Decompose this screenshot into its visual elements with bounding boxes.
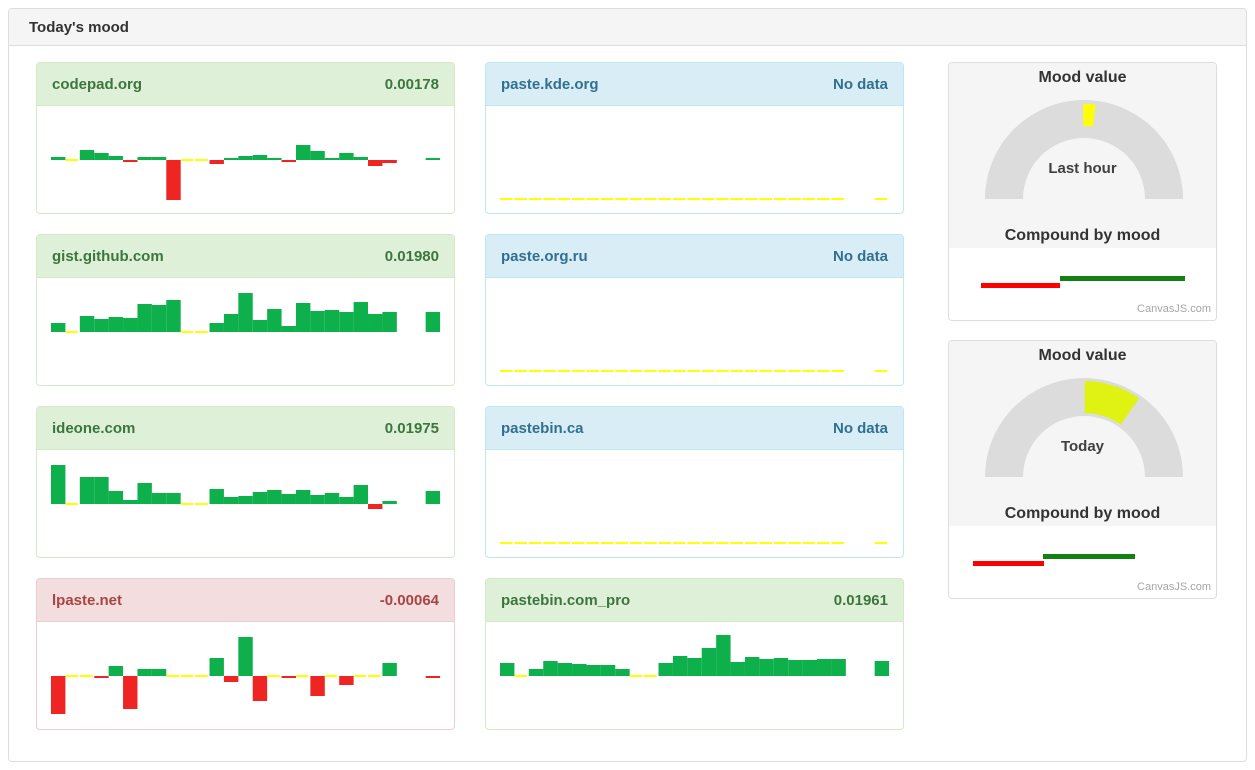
panel-header: pastebin.com_pro 0.01961 xyxy=(486,579,903,622)
compound-positive-bar xyxy=(1060,276,1185,281)
mood-bar-chart xyxy=(37,278,454,384)
mood-bar-chart xyxy=(37,450,454,556)
panel-header: lpaste.net -0.00064 xyxy=(37,579,454,622)
mood-gauge: Mood value Last hour Compound by mood xyxy=(949,63,1216,248)
mood-bar-chart xyxy=(486,106,903,212)
compound-chart: CanvasJS.com xyxy=(949,248,1216,320)
panel-ideone-com: ideone.com 0.01975 xyxy=(36,406,455,558)
mood-bar-chart xyxy=(37,106,454,212)
site-name: paste.kde.org xyxy=(501,76,599,93)
gauge-period-label: Last hour xyxy=(949,160,1216,177)
mood-bar-chart xyxy=(37,622,454,728)
site-value: 0.01980 xyxy=(385,248,439,265)
gauge-title: Mood value xyxy=(949,347,1216,365)
panel-lpaste-net: lpaste.net -0.00064 xyxy=(36,578,455,730)
site-value: No data xyxy=(833,420,888,437)
compound-negative-bar xyxy=(973,561,1044,566)
gauge-panel-today: Mood value Today Compound by mood Canvas… xyxy=(948,340,1217,599)
compound-positive-bar xyxy=(1043,554,1135,559)
site-name: gist.github.com xyxy=(52,248,164,265)
site-value: 0.01975 xyxy=(385,420,439,437)
compound-negative-bar xyxy=(981,283,1060,288)
gauge-title: Mood value xyxy=(949,69,1216,87)
panel-paste-kde-org: paste.kde.org No data xyxy=(485,62,904,214)
panel-header: gist.github.com 0.01980 xyxy=(37,235,454,278)
panel-header: ideone.com 0.01975 xyxy=(37,407,454,450)
site-value: 0.00178 xyxy=(385,76,439,93)
compound-title: Compound by mood xyxy=(949,227,1216,245)
site-name: lpaste.net xyxy=(52,592,122,609)
mood-bar-chart xyxy=(486,450,903,556)
site-value: No data xyxy=(833,76,888,93)
site-name: pastebin.ca xyxy=(501,420,584,437)
panel-header: pastebin.ca No data xyxy=(486,407,903,450)
page-header: Today's mood xyxy=(9,9,1246,46)
dashboard-container: Today's mood codepad.org 0.00178 gist.gi… xyxy=(8,8,1247,762)
canvasjs-watermark-link[interactable]: CanvasJS.com xyxy=(1137,581,1211,593)
gauge-period-label: Today xyxy=(949,438,1216,455)
canvasjs-watermark-link[interactable]: CanvasJS.com xyxy=(1137,303,1211,315)
compound-chart: CanvasJS.com xyxy=(949,526,1216,598)
compound-title: Compound by mood xyxy=(949,505,1216,523)
mood-bar-chart xyxy=(486,622,903,728)
panel-header: paste.org.ru No data xyxy=(486,235,903,278)
panel-gist-github-com: gist.github.com 0.01980 xyxy=(36,234,455,386)
mood-bar-chart xyxy=(486,278,903,384)
gauge-donut xyxy=(949,341,1216,526)
panel-pastebin-com-pro: pastebin.com_pro 0.01961 xyxy=(485,578,904,730)
mood-gauge: Mood value Today Compound by mood xyxy=(949,341,1216,526)
page-title: Today's mood xyxy=(29,19,129,36)
site-value: -0.00064 xyxy=(380,592,439,609)
site-value: 0.01961 xyxy=(834,592,888,609)
panel-pastebin-ca: pastebin.ca No data xyxy=(485,406,904,558)
panel-header: paste.kde.org No data xyxy=(486,63,903,106)
site-name: ideone.com xyxy=(52,420,135,437)
gauge-donut xyxy=(949,63,1216,248)
panel-header: codepad.org 0.00178 xyxy=(37,63,454,106)
site-value: No data xyxy=(833,248,888,265)
site-name: pastebin.com_pro xyxy=(501,592,630,609)
site-name: codepad.org xyxy=(52,76,142,93)
site-name: paste.org.ru xyxy=(501,248,588,265)
gauge-panel-last-hour: Mood value Last hour Compound by mood Ca… xyxy=(948,62,1217,321)
panel-paste-org-ru: paste.org.ru No data xyxy=(485,234,904,386)
panel-codepad-org: codepad.org 0.00178 xyxy=(36,62,455,214)
